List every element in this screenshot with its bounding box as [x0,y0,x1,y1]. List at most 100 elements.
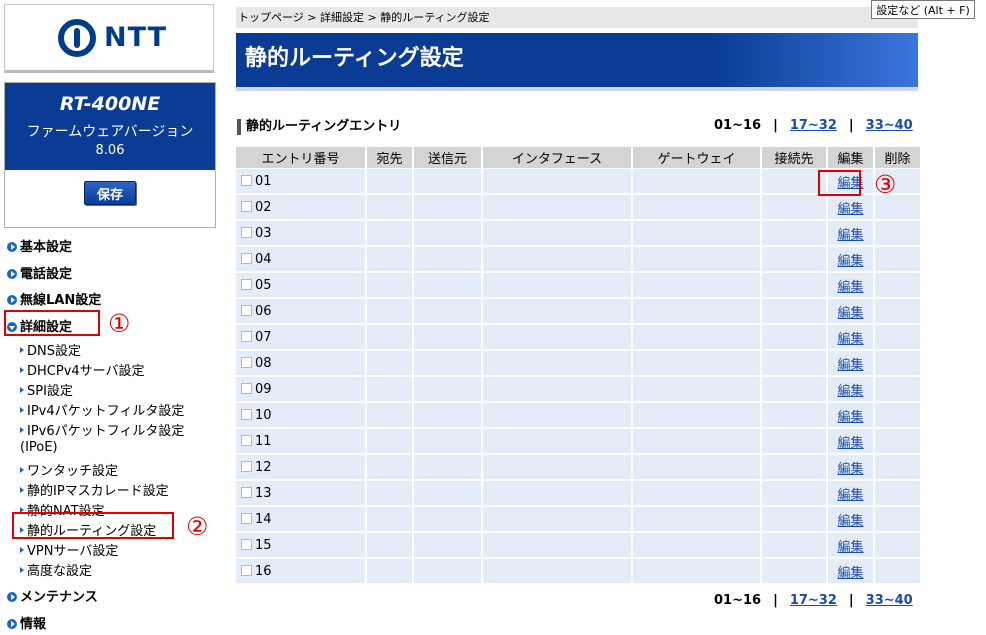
edit-link[interactable]: 編集 [837,540,863,555]
nav-sub-ipv6-filter[interactable]: IPv6パケットフィルタ設定 [20,420,184,439]
destination-cell [367,455,412,481]
delete-cell [875,377,920,403]
interface-cell [483,533,631,559]
nav-sub-ipv4-filter[interactable]: IPv4パケットフィルタ設定 [20,400,184,419]
row-checkbox[interactable] [241,564,252,576]
delete-cell [875,325,920,351]
nav-sub-label: 静的IPマスカレード設定 [27,484,169,499]
gateway-cell [633,533,760,559]
nav-info-label: 情報 [20,617,47,632]
row-checkbox[interactable] [241,382,252,394]
gateway-cell [633,325,760,351]
edit-link[interactable]: 編集 [837,332,863,347]
edit-link[interactable]: 編集 [837,566,863,581]
edit-link[interactable]: 編集 [837,358,863,373]
row-checkbox[interactable] [241,226,252,238]
pager-link-33-40[interactable]: 33~40 [866,118,913,133]
edit-link[interactable]: 編集 [837,436,863,451]
nav-sub-ipv6-filter-ipoe[interactable]: (IPoE) [20,440,58,455]
col-header-connection: 接続先 [762,147,826,169]
row-checkbox[interactable] [241,304,252,316]
source-cell [414,299,481,325]
col-header-edit: 編集 [828,147,873,169]
pager-link-17-32[interactable]: 17~32 [790,593,837,608]
connection-cell [762,455,826,481]
interface-cell [483,507,631,533]
nav-sub-dns[interactable]: DNS設定 [20,340,81,359]
edit-link[interactable]: 編集 [837,280,863,295]
delete-cell [875,247,920,273]
nav-info[interactable]: 情報 [7,613,46,632]
nav-sub-onetouch[interactable]: ワンタッチ設定 [20,460,118,479]
nav-sub-spi[interactable]: SPI設定 [20,380,73,399]
device-info-panel: RT-400NE ファームウェアバージョン 8.06 保存 [4,82,216,228]
edit-link[interactable]: 編集 [837,202,863,217]
interface-cell [483,377,631,403]
entry-number-cell: 04 [236,247,365,273]
nav-sub-label: DHCPv4サーバ設定 [27,364,145,379]
connection-cell [762,221,826,247]
entry-number: 08 [255,355,272,371]
nav-phone-label: 電話設定 [20,267,73,282]
pager-link-33-40[interactable]: 33~40 [866,593,913,608]
row-checkbox[interactable] [241,174,252,186]
source-cell [414,377,481,403]
row-checkbox[interactable] [241,252,252,264]
edit-link[interactable]: 編集 [837,514,863,529]
row-checkbox[interactable] [241,538,252,550]
nav-wlan-settings[interactable]: 無線LAN設定 [7,289,101,308]
nav-sub-advanced[interactable]: 高度な設定 [20,560,92,579]
entry-number: 09 [255,381,272,397]
delete-cell [875,299,920,325]
edit-link[interactable]: 編集 [837,410,863,425]
nav-sub-dhcpv4[interactable]: DHCPv4サーバ設定 [20,360,145,379]
entry-number: 10 [255,407,272,423]
edit-link[interactable]: 編集 [837,306,863,321]
row-checkbox[interactable] [241,200,252,212]
source-cell [414,403,481,429]
row-checkbox[interactable] [241,486,252,498]
row-checkbox[interactable] [241,460,252,472]
nav-phone-settings[interactable]: 電話設定 [7,263,72,282]
breadcrumb: トップページ > 詳細設定 > 静的ルーティング設定 [236,7,918,28]
save-button[interactable]: 保存 [84,181,136,205]
nav-basic-settings[interactable]: 基本設定 [7,236,72,255]
edit-link[interactable]: 編集 [837,462,863,477]
triangle-right-icon [20,347,24,353]
table-header-row: エントリ番号 宛先 送信元 インタフェース ゲートウェイ 接続先 編集 削除 [236,147,920,169]
edit-link[interactable]: 編集 [837,254,863,269]
pager-link-17-32[interactable]: 17~32 [790,118,837,133]
row-checkbox[interactable] [241,408,252,420]
delete-cell [875,559,920,585]
entry-number: 14 [255,511,272,527]
edit-cell: 編集 [828,533,873,559]
table-row: 02 編集 [236,195,920,221]
nav-sub-label: IPv6パケットフィルタ設定 [27,424,185,439]
destination-cell [367,195,412,221]
row-checkbox[interactable] [241,512,252,524]
edit-cell: 編集 [828,377,873,403]
section-title: 静的ルーティングエントリ [237,119,401,135]
nav-sub-label: SPI設定 [27,384,73,399]
table-row: 11 編集 [236,429,920,455]
connection-cell [762,325,826,351]
entry-number-cell: 09 [236,377,365,403]
triangle-right-icon [20,367,24,373]
entry-number: 01 [255,173,272,189]
table-row: 06 編集 [236,299,920,325]
row-checkbox[interactable] [241,330,252,342]
row-checkbox[interactable] [241,356,252,368]
edit-link[interactable]: 編集 [837,228,863,243]
edit-cell: 編集 [828,247,873,273]
interface-cell [483,455,631,481]
row-checkbox[interactable] [241,278,252,290]
edit-link[interactable]: 編集 [837,488,863,503]
annotation-box-2 [12,512,174,539]
nav-sub-vpn-server[interactable]: VPNサーバ設定 [20,540,118,559]
nav-sub-static-ip-masquerade[interactable]: 静的IPマスカレード設定 [20,480,169,499]
nav-maintenance[interactable]: メンテナンス [7,586,98,605]
row-checkbox[interactable] [241,434,252,446]
nav-sub-label: 高度な設定 [27,564,93,579]
edit-link[interactable]: 編集 [837,384,863,399]
source-cell [414,351,481,377]
